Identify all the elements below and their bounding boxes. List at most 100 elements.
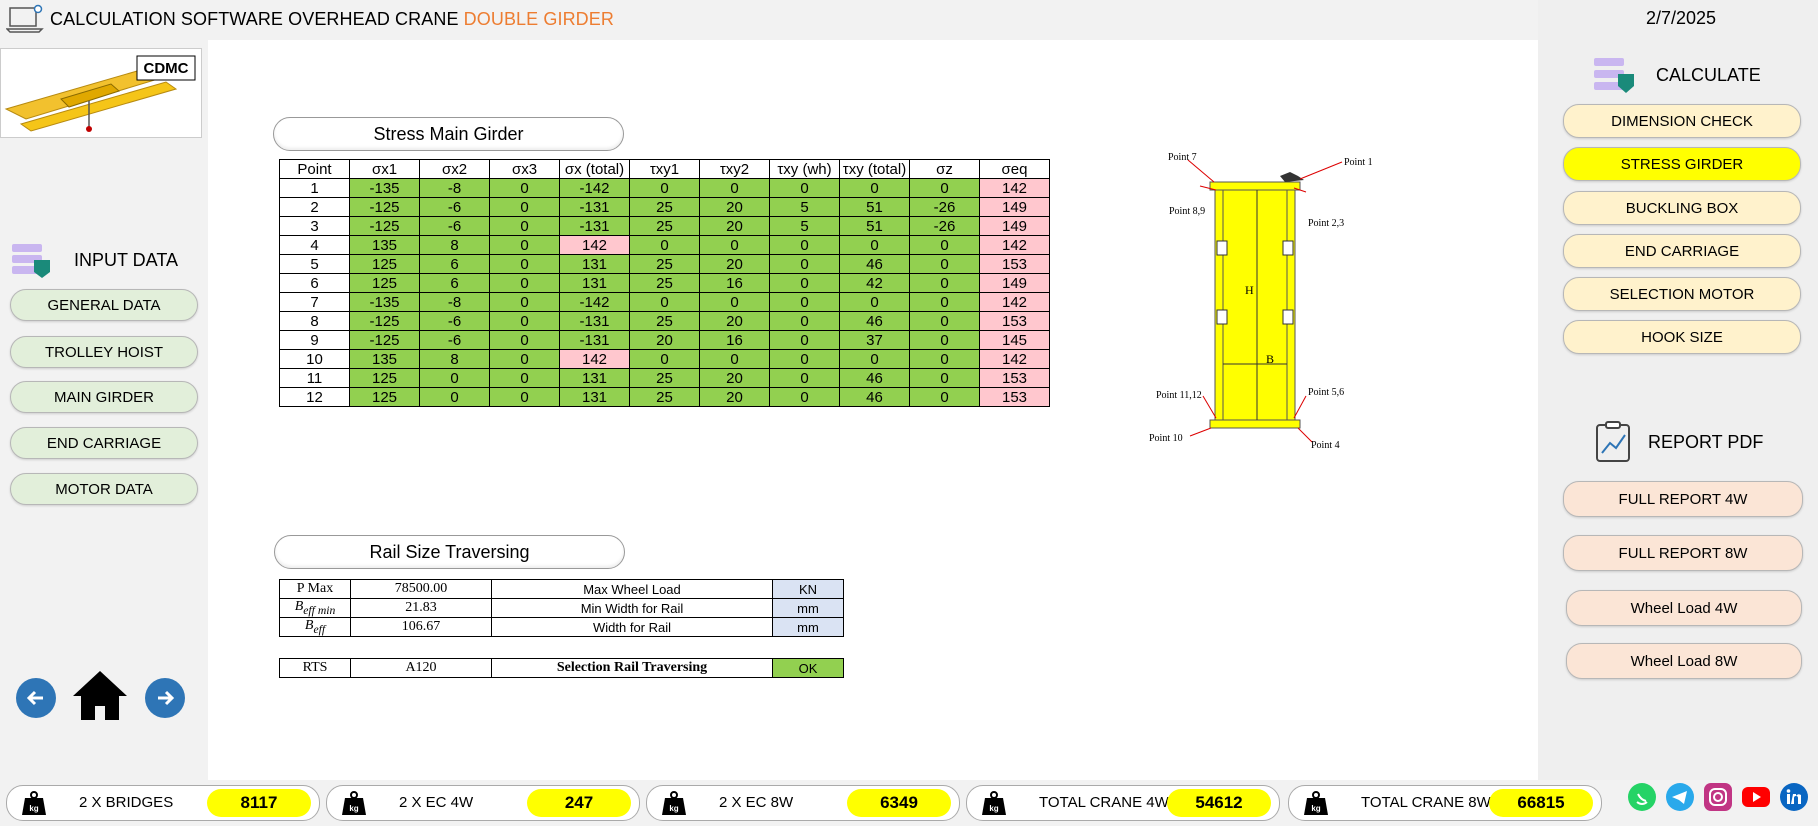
kg-weight-label: kg [1311,804,1320,813]
cell-sx1: 135 [349,235,420,255]
app-title: CALCULATION SOFTWARE OVERHEAD CRANE DOUB… [50,9,614,30]
weight-label: TOTAL CRANE 8W [1361,794,1491,811]
cell-sx3: 0 [489,292,560,312]
col-txy-total: τxy (total) [839,159,910,179]
trolley-hoist-button[interactable]: TROLLEY HOIST [10,336,198,368]
stress-row: 10 135 8 0 142 0 0 0 0 0 142 [279,349,1050,369]
cell-sx2: -8 [419,178,490,198]
cell-sz: -26 [909,216,980,236]
cell-sx-total: -131 [559,311,630,331]
cell-sz: 0 [909,273,980,293]
cell-sx-total: 131 [559,273,630,293]
cell-txy1: 25 [629,273,700,293]
cell-sx1: -125 [349,330,420,350]
weight-label: TOTAL CRANE 4W [1039,794,1169,811]
cell-txy-wh: 0 [769,330,840,350]
dimension-check-button[interactable]: DIMENSION CHECK [1563,104,1801,138]
full-report-4w-button[interactable]: FULL REPORT 4W [1563,481,1803,517]
stress-table-header: Point σx1 σx2 σx3 σx (total) τxy1 τxy2 τ… [279,159,1050,179]
rail-sym: Beff min [279,598,351,618]
input-data-label: INPUT DATA [74,249,179,270]
selection-motor-button[interactable]: SELECTION MOTOR [1563,277,1801,311]
cell-sx-total: 142 [559,235,630,255]
cell-point: 5 [279,254,350,274]
cell-txy-wh: 0 [769,178,840,198]
cell-txy-wh: 0 [769,292,840,312]
col-sx1: σx1 [349,159,420,179]
cell-txy1: 20 [629,330,700,350]
cell-sx1: -125 [349,311,420,331]
whatsapp-icon[interactable] [1627,782,1657,812]
cell-txy1: 0 [629,292,700,312]
wheel-load-4w-button[interactable]: Wheel Load 4W [1566,590,1802,626]
kg-weight-icon: kg [1304,791,1328,815]
cell-sx3: 0 [489,387,560,407]
cell-txy-total: 37 [839,330,910,350]
cell-txy-total: 0 [839,235,910,255]
back-button[interactable] [16,678,56,718]
end-carriage-input-button[interactable]: END CARRIAGE [10,427,198,459]
cell-sx2: 6 [419,273,490,293]
col-sx3: σx3 [489,159,560,179]
forward-button[interactable] [145,678,185,718]
end-carriage-calc-button[interactable]: END CARRIAGE [1563,234,1801,268]
youtube-icon[interactable] [1741,782,1771,812]
cell-sx2: -6 [419,330,490,350]
cell-point: 1 [279,178,350,198]
cell-sx-total: -142 [559,292,630,312]
cell-txy-wh: 5 [769,216,840,236]
motor-data-button[interactable]: MOTOR DATA [10,473,198,505]
stress-row: 7 -135 -8 0 -142 0 0 0 0 0 142 [279,292,1050,312]
home-icon[interactable] [70,668,130,722]
weight-value: 247 [527,789,631,817]
wheel-load-8w-button[interactable]: Wheel Load 8W [1566,643,1802,679]
rail-desc: Min Width for Rail [491,598,773,618]
point-8-9-label: Point 8,9 [1169,206,1206,217]
telegram-icon[interactable] [1665,782,1695,812]
stress-girder-button[interactable]: STRESS GIRDER [1563,147,1801,181]
cell-txy-wh: 0 [769,368,840,388]
kg-weight-label: kg [669,804,678,813]
hook-size-button[interactable]: HOOK SIZE [1563,320,1801,354]
cell-txy-wh: 0 [769,254,840,274]
general-data-button[interactable]: GENERAL DATA [10,289,198,321]
cell-txy2: 20 [699,368,770,388]
main-girder-button[interactable]: MAIN GIRDER [10,381,198,413]
stress-row: 11 125 0 0 131 25 20 0 46 0 153 [279,368,1050,388]
rail-value: 21.83 [350,598,492,618]
calculate-label: CALCULATE [1656,64,1761,85]
weight-value: 54612 [1167,789,1271,817]
cell-sz: -26 [909,197,980,217]
cell-txy-total: 46 [839,254,910,274]
cell-sx3: 0 [489,216,560,236]
linkedin-icon[interactable] [1779,782,1809,812]
cell-txy-wh: 0 [769,273,840,293]
cell-txy2: 16 [699,330,770,350]
cell-sx2: 0 [419,368,490,388]
cell-txy-wh: 0 [769,387,840,407]
full-report-8w-button[interactable]: FULL REPORT 8W [1563,535,1803,571]
rail-sym: Beff [279,617,351,637]
kg-weight-label: kg [989,804,998,813]
app-title-accent: DOUBLE GIRDER [463,9,614,29]
cell-txy2: 20 [699,197,770,217]
weight-bridges: kg 2 X BRIDGES 8117 [6,785,320,821]
cell-seq: 145 [979,330,1050,350]
weight-ec-8w: kg 2 X EC 8W 6349 [646,785,960,821]
rail-sym-base: B [294,599,304,615]
cell-txy2: 20 [699,311,770,331]
kg-weight-icon: kg [662,791,686,815]
stress-row: 12 125 0 0 131 25 20 0 46 0 153 [279,387,1050,407]
logo-text: CDMC [144,60,189,77]
buckling-box-button[interactable]: BUCKLING BOX [1563,191,1801,225]
point-4-label: Point 4 [1311,440,1340,451]
cell-sx3: 0 [489,254,560,274]
cell-txy-wh: 0 [769,349,840,369]
cell-sx3: 0 [489,349,560,369]
point-2-3-label: Point 2,3 [1308,218,1345,229]
instagram-icon[interactable] [1703,782,1733,812]
cell-txy-total: 51 [839,216,910,236]
report-pdf-heading: REPORT PDF [1594,421,1763,463]
cell-sx3: 0 [489,178,560,198]
rail-unit: KN [772,579,844,599]
